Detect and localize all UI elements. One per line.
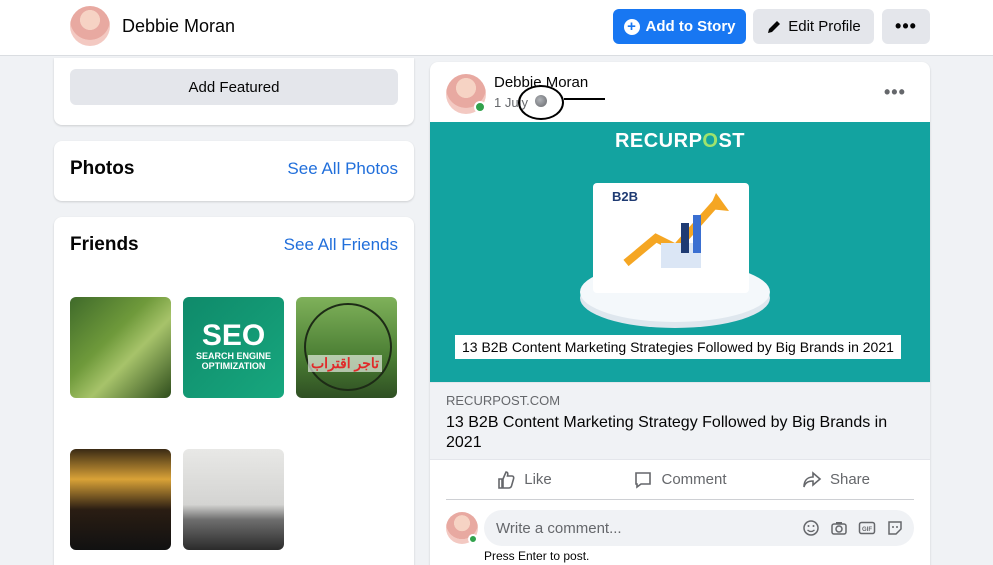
profile-ring	[304, 303, 392, 391]
emoji-icon[interactable]	[802, 519, 820, 537]
gif-icon[interactable]: GIF	[858, 519, 876, 537]
friend-photo-2[interactable]: SEO SEARCH ENGINE OPTIMIZATION	[183, 297, 284, 398]
profile-avatar[interactable]	[70, 6, 110, 46]
edit-profile-label: Edit Profile	[788, 18, 861, 35]
friends-card: Friends See All Friends SEO SEARCH ENGIN…	[54, 217, 414, 565]
plus-icon: +	[623, 18, 640, 35]
post-actions-bar: Like Comment Share	[446, 460, 914, 500]
seo-text: SEO	[201, 319, 266, 352]
commenter-online-dot	[468, 534, 478, 544]
b2b-illustration: B2B	[593, 183, 749, 293]
urdu-text: تاجر اقتراب	[308, 355, 383, 372]
annotation-line	[564, 98, 605, 100]
link-preview-meta[interactable]: RECURPOST.COM 13 B2B Content Marketing S…	[430, 382, 930, 460]
link-domain: RECURPOST.COM	[446, 393, 561, 408]
friends-title: Friends	[70, 234, 139, 255]
more-options-button[interactable]: •••	[882, 9, 930, 44]
link-preview-image[interactable]: RECURPOST B2B 13 B2B Content Marketing S…	[430, 122, 930, 457]
see-all-photos-link[interactable]: See All Photos	[287, 159, 398, 179]
link-title[interactable]: 13 B2B Content Marketing Strategy Follow…	[446, 413, 916, 453]
growth-arrow-icon	[623, 193, 729, 268]
post-more-button[interactable]: •••	[884, 82, 906, 103]
photos-card: Photos See All Photos	[54, 141, 414, 201]
edit-profile-button[interactable]: Edit Profile	[753, 9, 874, 44]
featured-card: Add Featured	[54, 58, 414, 125]
friend-photo-1[interactable]	[70, 297, 171, 398]
sticker-icon[interactable]	[886, 519, 904, 537]
share-button[interactable]: Share	[758, 460, 914, 499]
online-status-dot	[474, 101, 486, 113]
recurpost-logo: RECURPOST	[614, 130, 746, 152]
comment-box[interactable]: GIF	[484, 510, 914, 546]
friend-photo-4[interactable]	[70, 449, 171, 550]
svg-text:GIF: GIF	[862, 527, 872, 533]
post-card: Debbie Moran 1 July ••• RECURPOST B2B 13…	[430, 62, 930, 565]
add-featured-button[interactable]: Add Featured	[70, 69, 398, 105]
comment-button[interactable]: Comment	[602, 460, 758, 499]
profile-name[interactable]: Debbie Moran	[122, 16, 235, 37]
add-to-story-button[interactable]: + Add to Story	[613, 9, 746, 44]
see-all-friends-link[interactable]: See All Friends	[284, 235, 398, 255]
press-enter-hint: Press Enter to post.	[484, 549, 590, 563]
friend-photo-3[interactable]: تاجر اقتراب	[296, 297, 397, 398]
camera-icon[interactable]	[830, 519, 848, 537]
banner-caption: 13 B2B Content Marketing Strategies Foll…	[455, 335, 901, 359]
friend-photo-5[interactable]	[183, 449, 284, 550]
share-icon	[803, 470, 822, 487]
annotation-circle	[518, 85, 564, 120]
seo-subtext: SEARCH ENGINE OPTIMIZATION	[195, 351, 271, 371]
photos-title: Photos	[70, 158, 135, 179]
like-button[interactable]: Like	[446, 460, 602, 499]
thumbs-up-icon	[498, 470, 515, 489]
comment-icon	[635, 471, 652, 489]
profile-header: Debbie Moran + Add to Story Edit Profile…	[0, 0, 993, 56]
add-to-story-label: Add to Story	[645, 18, 736, 35]
comment-input[interactable]	[496, 510, 796, 546]
pencil-icon	[768, 20, 781, 33]
